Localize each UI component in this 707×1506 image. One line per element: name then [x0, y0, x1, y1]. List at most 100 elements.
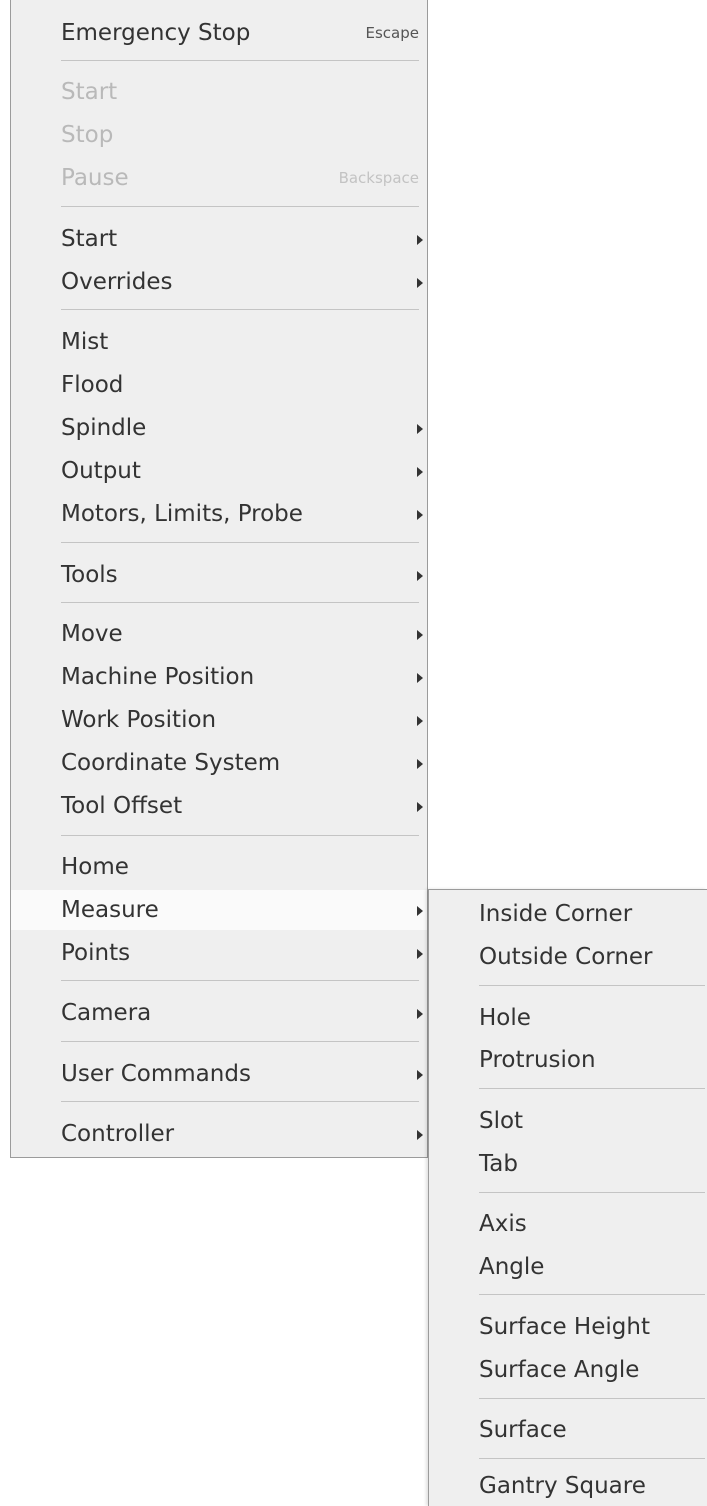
menu-separator — [61, 1041, 419, 1042]
menu-item-user-commands[interactable]: User Commands — [11, 1054, 427, 1094]
menu-item-label: Overrides — [61, 269, 173, 295]
menu-item-motors-limits-probe[interactable]: Motors, Limits, Probe — [11, 494, 427, 534]
context-menu: Emergency Stop Escape Start Stop Pause B… — [10, 0, 428, 1158]
menu-item-label: Slot — [479, 1108, 524, 1134]
menu-separator — [61, 602, 419, 603]
menu-item-label: Mist — [61, 329, 109, 355]
measure-submenu: Inside Corner Outside Corner Hole Protru… — [428, 889, 707, 1506]
menu-item-points[interactable]: Points — [11, 933, 427, 973]
submenu-arrow-icon — [417, 716, 423, 726]
submenu-item-gantry-square[interactable]: Gantry Square — [429, 1466, 707, 1506]
submenu-arrow-icon — [417, 278, 423, 288]
submenu-arrow-icon — [417, 1009, 423, 1019]
submenu-item-slot[interactable]: Slot — [429, 1101, 707, 1141]
menu-item-tool-offset[interactable]: Tool Offset — [11, 786, 427, 826]
submenu-arrow-icon — [417, 235, 423, 245]
submenu-item-outside-corner[interactable]: Outside Corner — [429, 937, 707, 977]
shortcut-label: Escape — [365, 24, 419, 42]
menu-item-label: Measure — [61, 897, 159, 923]
menu-item-output[interactable]: Output — [11, 451, 427, 491]
menu-item-label: Spindle — [61, 415, 147, 441]
menu-item-label: Stop — [61, 122, 114, 148]
submenu-arrow-icon — [417, 424, 423, 434]
menu-item-label: Coordinate System — [61, 750, 281, 776]
menu-item-tools[interactable]: Tools — [11, 555, 427, 595]
menu-item-run-pause[interactable]: Pause Backspace — [11, 158, 427, 198]
menu-item-label: Surface Height — [479, 1314, 650, 1340]
menu-item-label: Surface — [479, 1417, 567, 1443]
menu-item-machine-position[interactable]: Machine Position — [11, 657, 427, 697]
submenu-arrow-icon — [417, 630, 423, 640]
menu-separator — [61, 542, 419, 543]
menu-item-run-stop[interactable]: Stop — [11, 115, 427, 155]
menu-separator — [61, 60, 419, 61]
shortcut-label: Backspace — [338, 169, 419, 187]
menu-item-label: Start — [61, 79, 118, 105]
menu-separator — [61, 835, 419, 836]
menu-item-label: Pause — [61, 165, 129, 191]
submenu-arrow-icon — [417, 510, 423, 520]
menu-item-label: Tools — [61, 562, 118, 588]
menu-item-label: Outside Corner — [479, 944, 653, 970]
submenu-item-angle[interactable]: Angle — [429, 1247, 707, 1287]
submenu-item-surface-height[interactable]: Surface Height — [429, 1307, 707, 1347]
menu-item-mist[interactable]: Mist — [11, 322, 427, 362]
submenu-item-hole[interactable]: Hole — [429, 998, 707, 1038]
menu-item-measure[interactable]: Measure — [11, 890, 427, 930]
submenu-item-tab[interactable]: Tab — [429, 1144, 707, 1184]
menu-separator — [479, 1294, 705, 1295]
submenu-arrow-icon — [417, 1130, 423, 1140]
submenu-arrow-icon — [417, 802, 423, 812]
menu-item-label: Start — [61, 226, 118, 252]
menu-item-label: Protrusion — [479, 1047, 596, 1073]
menu-item-emergency-stop[interactable]: Emergency Stop Escape — [11, 13, 427, 53]
menu-item-label: Surface Angle — [479, 1357, 640, 1383]
menu-separator — [479, 1088, 705, 1089]
menu-separator — [479, 1192, 705, 1193]
submenu-arrow-icon — [417, 571, 423, 581]
menu-item-label: Tool Offset — [61, 793, 183, 819]
menu-item-start[interactable]: Start — [11, 219, 427, 259]
menu-item-camera[interactable]: Camera — [11, 993, 427, 1033]
menu-item-spindle[interactable]: Spindle — [11, 408, 427, 448]
menu-item-label: Output — [61, 458, 141, 484]
menu-item-run-start[interactable]: Start — [11, 72, 427, 112]
menu-item-label: Home — [61, 854, 129, 880]
menu-item-label: Inside Corner — [479, 901, 633, 927]
menu-separator — [61, 309, 419, 310]
menu-separator — [61, 1101, 419, 1102]
menu-separator — [61, 206, 419, 207]
menu-item-label: Camera — [61, 1000, 152, 1026]
submenu-item-axis[interactable]: Axis — [429, 1204, 707, 1244]
menu-item-home[interactable]: Home — [11, 847, 427, 887]
menu-item-label: Gantry Square — [479, 1473, 646, 1499]
menu-item-label: Move — [61, 621, 123, 647]
menu-item-label: Controller — [61, 1121, 175, 1147]
menu-item-label: Tab — [479, 1151, 518, 1177]
submenu-item-inside-corner[interactable]: Inside Corner — [429, 894, 707, 934]
menu-item-label: Axis — [479, 1211, 527, 1237]
menu-item-overrides[interactable]: Overrides — [11, 262, 427, 302]
menu-separator — [479, 1398, 705, 1399]
menu-item-label: Points — [61, 940, 131, 966]
submenu-arrow-icon — [417, 673, 423, 683]
menu-item-label: Work Position — [61, 707, 217, 733]
menu-item-label: Emergency Stop — [61, 20, 251, 46]
menu-separator — [479, 985, 705, 986]
menu-item-label: Angle — [479, 1254, 545, 1280]
menu-item-controller[interactable]: Controller — [11, 1114, 427, 1154]
menu-item-label: User Commands — [61, 1061, 251, 1087]
menu-item-work-position[interactable]: Work Position — [11, 700, 427, 740]
menu-item-flood[interactable]: Flood — [11, 365, 427, 405]
menu-item-label: Machine Position — [61, 664, 255, 690]
submenu-item-surface[interactable]: Surface — [429, 1410, 707, 1450]
menu-item-move[interactable]: Move — [11, 614, 427, 654]
menu-item-coordinate-system[interactable]: Coordinate System — [11, 743, 427, 783]
submenu-item-surface-angle[interactable]: Surface Angle — [429, 1350, 707, 1390]
menu-item-label: Flood — [61, 372, 124, 398]
menu-separator — [479, 1458, 705, 1459]
submenu-arrow-icon — [417, 906, 423, 916]
submenu-item-protrusion[interactable]: Protrusion — [429, 1040, 707, 1080]
menu-separator — [61, 980, 419, 981]
submenu-arrow-icon — [417, 949, 423, 959]
